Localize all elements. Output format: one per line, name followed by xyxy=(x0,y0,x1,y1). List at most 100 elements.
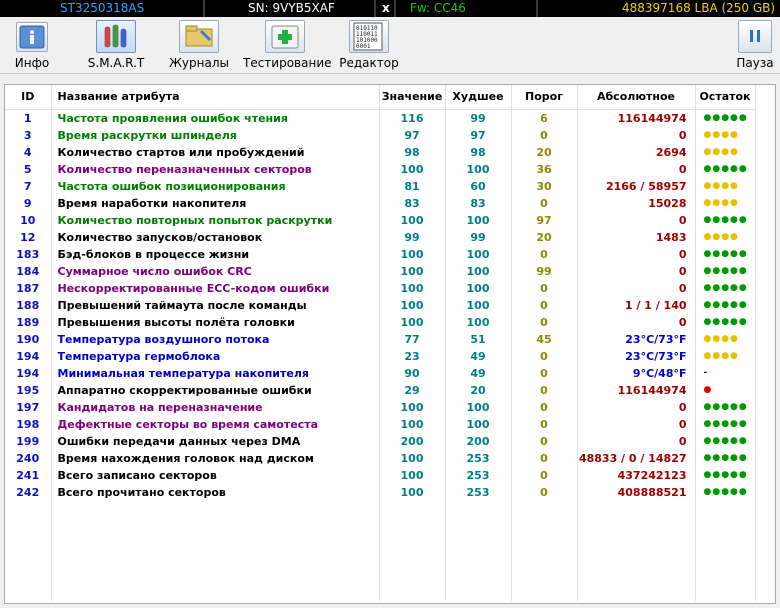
table-row[interactable]: 198 Дефектные секторы во время самотеста 1… xyxy=(5,415,756,433)
attr-remaining: ●●●●● xyxy=(695,296,756,314)
table-row[interactable]: 1 Частота проявления ошибок чтения 116 99 6 1… xyxy=(5,109,756,127)
attr-id: 190 xyxy=(5,330,52,348)
table-row[interactable]: 9 Время наработки накопителя 83 83 0 15028 ●●●… xyxy=(5,194,756,212)
col-header-value[interactable]: Значение xyxy=(379,85,446,110)
attr-value: 100 xyxy=(379,466,446,484)
logs-folder-icon xyxy=(179,20,219,53)
drive-serial: SN: 9VYB5XAF xyxy=(248,1,335,15)
col-header-raw[interactable]: Абсолютное xyxy=(577,85,696,110)
attr-id: 242 xyxy=(5,483,52,501)
col-header-worst[interactable]: Худшее xyxy=(445,85,512,110)
attr-name: Температура гермоблока xyxy=(51,347,380,365)
toolbar: Инфо S.M.A.R.T Журналы Тестирование 0101… xyxy=(0,17,780,74)
attr-value: 100 xyxy=(379,279,446,297)
test-button[interactable]: Тестирование xyxy=(243,20,332,72)
attr-threshold: 97 xyxy=(511,211,578,229)
attr-value: 97 xyxy=(379,126,446,144)
table-row[interactable]: 190 Температура воздушного потока 77 51 45 23… xyxy=(5,330,756,348)
table-row[interactable]: 7 Частота ошибок позиционирования 81 60 30 21… xyxy=(5,177,756,195)
table-row[interactable]: 184 Суммарное число ошибок CRC 100 100 99 0 ●●… xyxy=(5,262,756,280)
col-header-remaining[interactable]: Остаток xyxy=(695,85,756,110)
attr-worst: 253 xyxy=(445,483,512,501)
table-row[interactable]: 194 Минимальная температура накопителя 90 4… xyxy=(5,364,756,382)
attr-threshold: 0 xyxy=(511,449,578,467)
attr-threshold: 6 xyxy=(511,109,578,127)
attr-remaining: ●●●● xyxy=(695,194,756,212)
attr-worst: 49 xyxy=(445,347,512,365)
attr-value: 100 xyxy=(379,262,446,280)
info-icon xyxy=(16,22,48,52)
close-drive-button[interactable]: x xyxy=(382,0,390,17)
attr-name: Минимальная температура накопителя xyxy=(51,364,380,382)
attr-raw: 0 xyxy=(577,211,696,229)
attr-worst: 60 xyxy=(445,177,512,195)
table-row[interactable]: 188 Превышений таймаута после команды 100 1… xyxy=(5,296,756,314)
attr-id: 12 xyxy=(5,228,52,246)
pause-label: Пауза xyxy=(736,56,774,70)
attr-value: 100 xyxy=(379,415,446,433)
table-row[interactable]: 194 Температура гермоблока 23 49 0 23°C/73°F ●… xyxy=(5,347,756,365)
col-header-threshold[interactable]: Порог xyxy=(511,85,578,110)
attr-name: Всего записано секторов xyxy=(51,466,380,484)
table-row[interactable]: 195 Аппаратно скорректированные ошибки 29 2… xyxy=(5,381,756,399)
attr-remaining: ●●●●● xyxy=(695,432,756,450)
logs-button[interactable]: Журналы xyxy=(168,20,230,72)
attr-id: 9 xyxy=(5,194,52,212)
table-row[interactable]: 10 Количество повторных попыток раскрутки… xyxy=(5,211,756,229)
attr-worst: 100 xyxy=(445,160,512,178)
attr-value: 99 xyxy=(379,228,446,246)
drive-model[interactable]: ST3250318AS xyxy=(60,0,144,17)
attr-raw: 2694 xyxy=(577,143,696,161)
attr-worst: 253 xyxy=(445,466,512,484)
attr-raw: 437242123 xyxy=(577,466,696,484)
attr-id: 187 xyxy=(5,279,52,297)
attr-raw: 116144974 xyxy=(577,381,696,399)
attr-worst: 100 xyxy=(445,211,512,229)
attr-remaining: ●●●●● xyxy=(695,449,756,467)
table-row[interactable]: 187 Нескорректированные ECC-кодом ошибки 1… xyxy=(5,279,756,297)
svg-text:0001: 0001 xyxy=(356,43,371,50)
attr-raw: 2166 / 58957 xyxy=(577,177,696,195)
editor-button[interactable]: 010110 110011 101000 0001 Редактор xyxy=(338,20,400,72)
attr-worst: 253 xyxy=(445,449,512,467)
attr-value: 83 xyxy=(379,194,446,212)
attr-name: Количество переназначенных секторов xyxy=(51,160,380,178)
attr-id: 240 xyxy=(5,449,52,467)
pause-icon xyxy=(738,20,772,53)
attr-id: 241 xyxy=(5,466,52,484)
table-row[interactable]: 3 Время раскрутки шпинделя 97 97 0 0 ●●●● xyxy=(5,126,756,144)
table-row[interactable]: 241 Всего записано секторов 100 253 0 4372421… xyxy=(5,466,756,484)
drive-firmware: Fw: CC46 xyxy=(410,1,466,15)
attr-raw: 15028 xyxy=(577,194,696,212)
attr-threshold: 45 xyxy=(511,330,578,348)
table-row[interactable]: 240 Время нахождения головок над диском 10… xyxy=(5,449,756,467)
table-row[interactable]: 12 Количество запусков/остановок 99 99 20 148… xyxy=(5,228,756,246)
table-row[interactable]: 242 Всего прочитано секторов 100 253 0 408888… xyxy=(5,483,756,501)
table-row[interactable]: 189 Превышения высоты полёта головки 100 10… xyxy=(5,313,756,331)
info-button[interactable]: Инфо xyxy=(6,20,58,72)
table-row[interactable]: 4 Количество стартов или пробуждений 98 98 2… xyxy=(5,143,756,161)
attr-worst: 49 xyxy=(445,364,512,382)
pause-button[interactable]: Пауза xyxy=(734,20,776,72)
attr-id: 189 xyxy=(5,313,52,331)
attr-id: 194 xyxy=(5,347,52,365)
attr-threshold: 0 xyxy=(511,432,578,450)
table-row[interactable]: 199 Ошибки передачи данных через DMA 200 20… xyxy=(5,432,756,450)
attr-threshold: 0 xyxy=(511,381,578,399)
col-header-name[interactable]: Название атрибута xyxy=(51,85,380,110)
table-row[interactable]: 197 Кандидатов на переназначение 100 100 0 0 ●… xyxy=(5,398,756,416)
attr-threshold: 99 xyxy=(511,262,578,280)
table-row[interactable]: 183 Бэд-блоков в процессе жизни 100 100 0 0 ●●… xyxy=(5,245,756,263)
drive-capacity: 488397168 LBA (250 GB) xyxy=(622,1,776,15)
attr-threshold: 0 xyxy=(511,194,578,212)
attr-id: 3 xyxy=(5,126,52,144)
attr-remaining: - xyxy=(695,364,756,382)
attr-worst: 100 xyxy=(445,415,512,433)
smart-button[interactable]: S.M.A.R.T xyxy=(85,20,147,72)
attr-raw: 0 xyxy=(577,262,696,280)
attr-id: 1 xyxy=(5,109,52,127)
attr-raw: 0 xyxy=(577,415,696,433)
table-row[interactable]: 5 Количество переназначенных секторов 100 1… xyxy=(5,160,756,178)
col-header-id[interactable]: ID xyxy=(5,85,52,110)
attr-threshold: 20 xyxy=(511,143,578,161)
